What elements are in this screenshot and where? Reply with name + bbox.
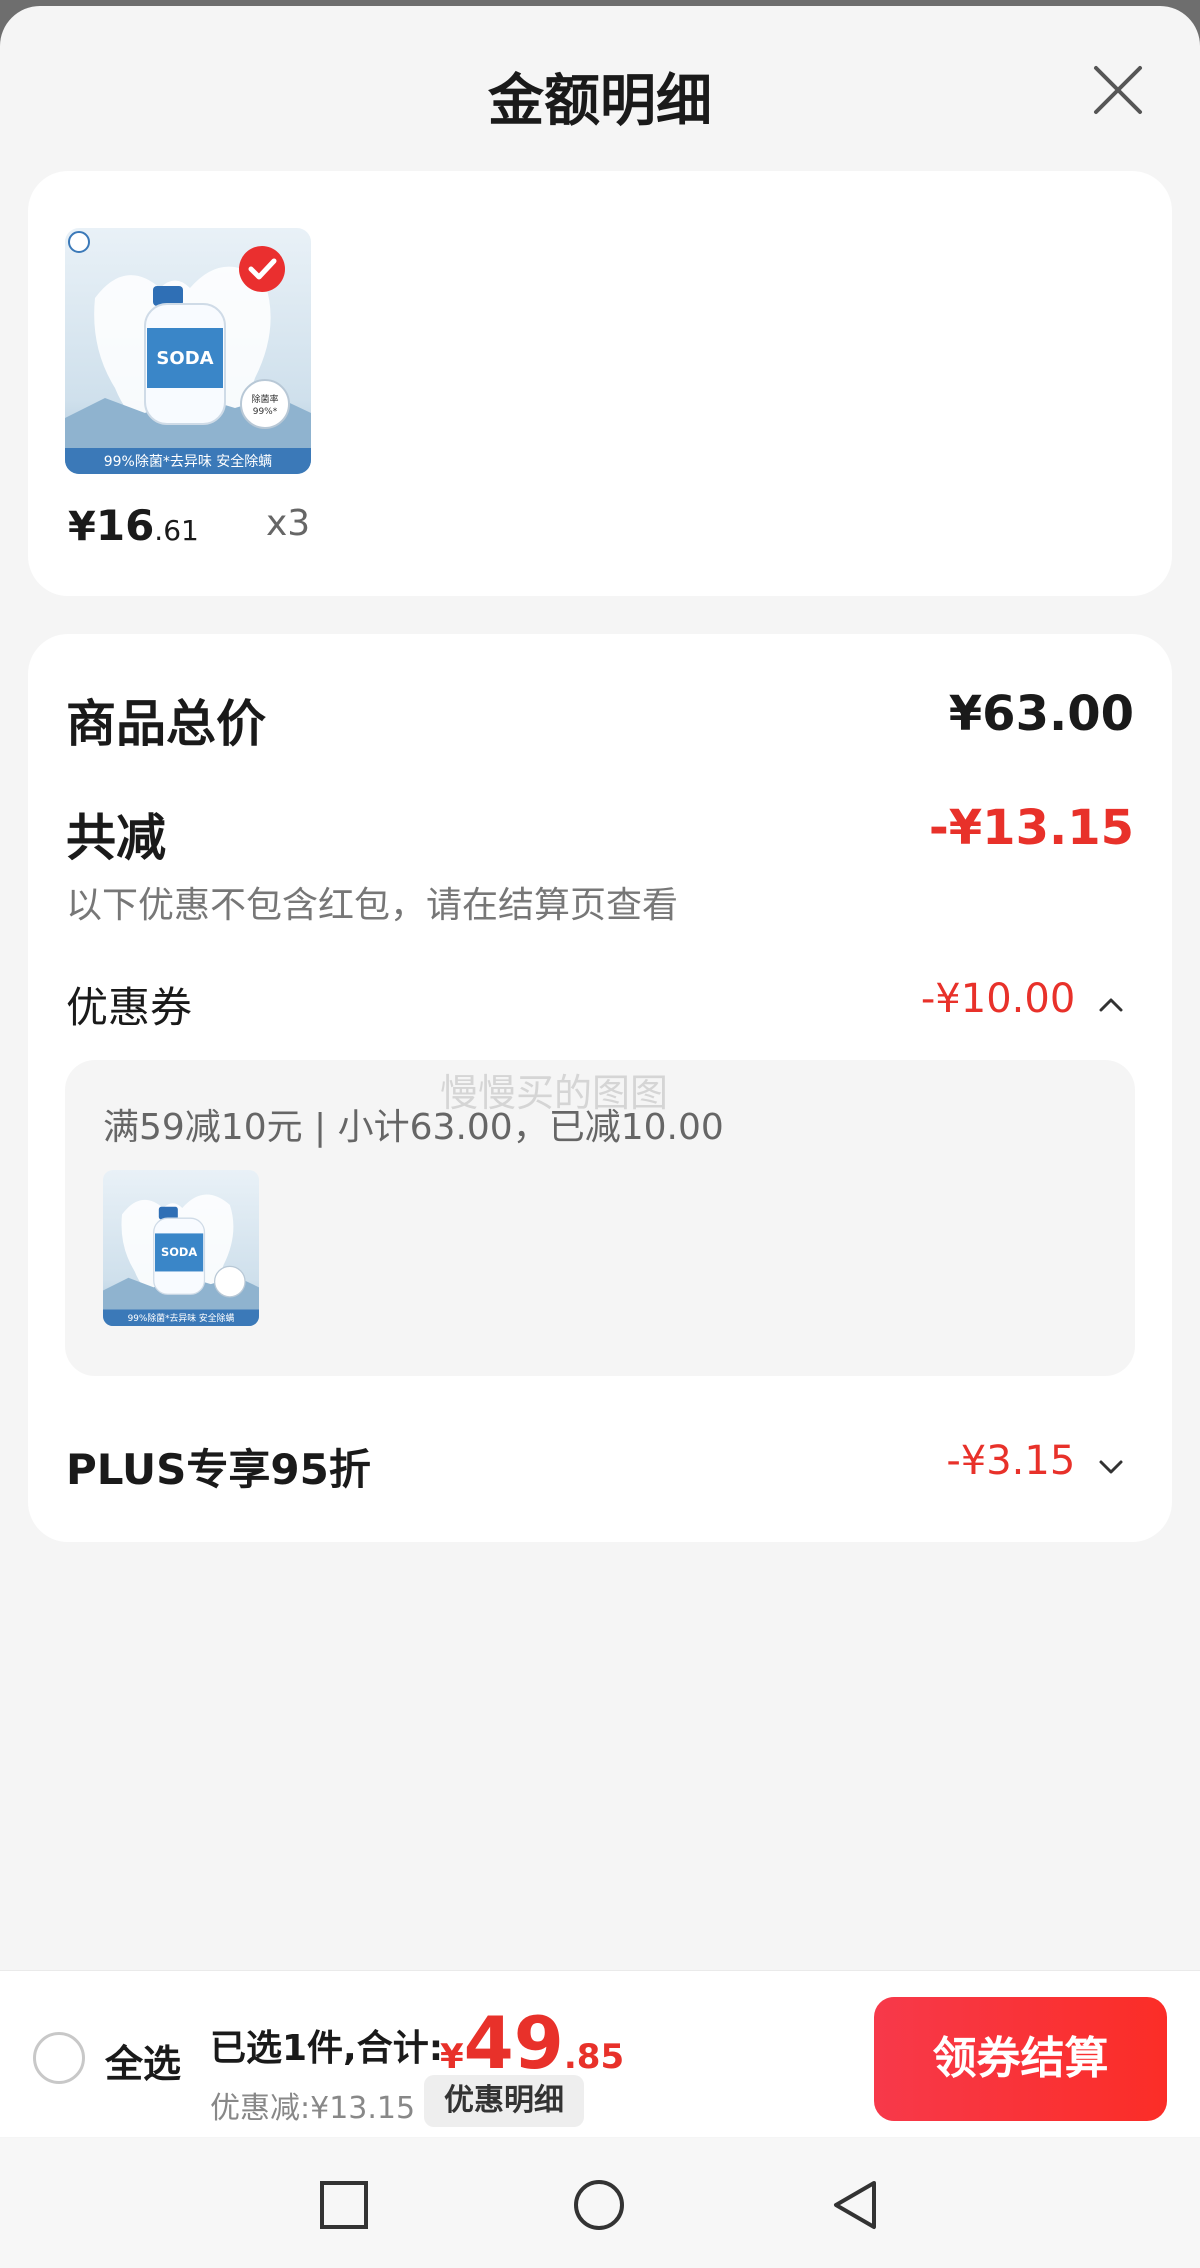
total-discount-label: 共减	[66, 809, 166, 867]
chevron-down-icon	[1098, 1440, 1124, 1486]
total-discount-value: -¥13.15	[928, 800, 1134, 856]
back-icon[interactable]	[828, 2178, 882, 2232]
svg-text:除菌率: 除菌率	[251, 393, 278, 405]
selected-summary: 已选1件,合计:	[210, 2028, 444, 2069]
checkout-bar: 全选 已选1件,合计: ¥49.85 优惠减:¥13.15 优惠明细 领券结算	[0, 1970, 1200, 2137]
coupon-detail-text: 满59减10元 | 小计63.00，已减10.00	[103, 1107, 724, 1148]
total-currency: ¥	[440, 2037, 464, 2077]
svg-text:99%*: 99%*	[253, 407, 278, 417]
select-all-label[interactable]: 全选	[105, 2033, 181, 2088]
product-thumbnail[interactable]: SODA 除菌率 99%* 99%除菌*去异味 安全除螨	[65, 228, 311, 474]
total-price: ¥49.85	[440, 2001, 624, 2085]
brand-text: SODA	[156, 348, 213, 369]
amount-detail-sheet: 金额明细 SODA 除菌率 99%* 99%除菌*去异味 安全除螨 ¥16.61…	[0, 6, 1200, 2268]
total-decimal: .85	[563, 2037, 625, 2077]
goods-total-label: 商品总价	[66, 695, 266, 753]
discount-detail-button[interactable]: 优惠明细	[424, 2075, 584, 2127]
coupon-label: 优惠券	[66, 983, 193, 1032]
product-quantity: x3	[266, 503, 311, 544]
system-nav-bar	[0, 2138, 1200, 2268]
recent-apps-icon[interactable]	[317, 2178, 371, 2232]
page-title: 金额明细	[488, 69, 712, 134]
home-icon[interactable]	[572, 2178, 626, 2232]
price-decimal: .61	[154, 514, 199, 547]
select-all-radio[interactable]	[33, 2032, 85, 2084]
price-detail-card: 商品总价 ¥63.00 共减 -¥13.15 以下优惠不包含红包，请在结算页查看…	[28, 634, 1172, 1542]
coupon-value: -¥10.00	[920, 976, 1076, 1022]
plus-discount-value: -¥3.15	[946, 1438, 1076, 1484]
coupon-detail-box: 满59减10元 | 小计63.00，已减10.00 SODA 99%除菌*去异味…	[65, 1060, 1135, 1376]
product-card: SODA 除菌率 99%* 99%除菌*去异味 安全除螨 ¥16.61 x3	[28, 171, 1172, 596]
product-caption: 99%除菌*去异味 安全除螨	[104, 453, 273, 470]
selected-check-icon	[239, 246, 285, 292]
brand-text: SODA	[161, 1245, 197, 1259]
checkout-button[interactable]: 领券结算	[874, 1997, 1167, 2121]
chevron-up-icon	[1098, 978, 1124, 1024]
product-caption: 99%除菌*去异味 安全除螨	[128, 1312, 235, 1324]
sheet-header: 金额明细	[0, 6, 1200, 166]
plus-discount-label: PLUS专享95折	[66, 1445, 371, 1494]
total-integer: 49	[463, 2001, 564, 2085]
discount-note: 以下优惠不包含红包，请在结算页查看	[66, 885, 679, 926]
coupon-product-thumbnail[interactable]: SODA 99%除菌*去异味 安全除螨	[103, 1170, 259, 1326]
price-integer: 16	[95, 501, 155, 550]
plus-toggle[interactable]: -¥3.15	[946, 1438, 1124, 1486]
goods-total-value: ¥63.00	[948, 686, 1134, 742]
close-icon[interactable]	[1090, 62, 1146, 118]
coupon-toggle[interactable]: -¥10.00	[921, 976, 1124, 1024]
price-currency: ¥	[68, 504, 96, 550]
product-price: ¥16.61	[68, 501, 199, 550]
discount-amount: 优惠减:¥13.15	[210, 2091, 416, 2126]
